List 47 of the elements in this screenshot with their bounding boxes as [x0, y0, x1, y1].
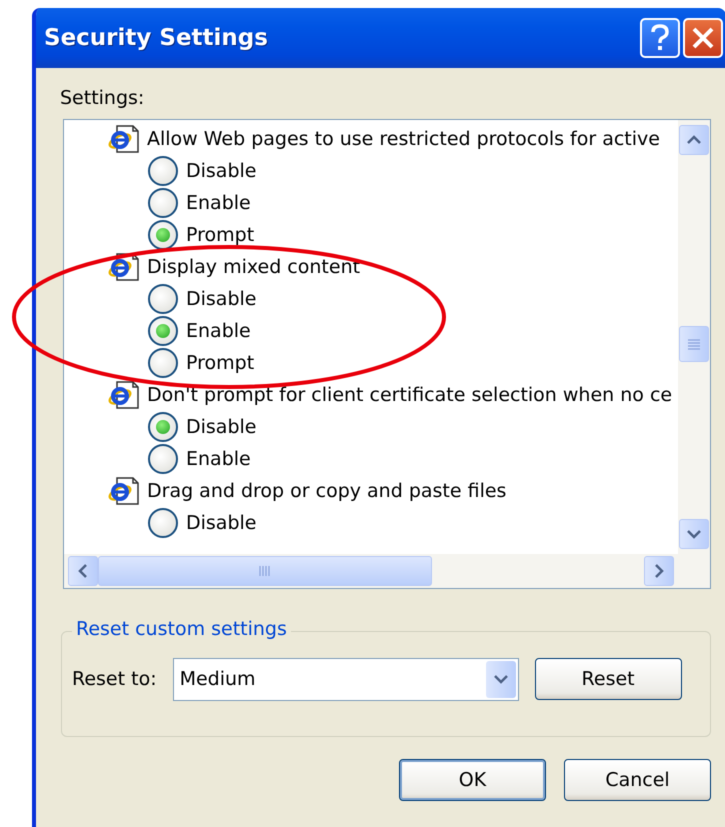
reset-label: Reset to: [72, 668, 157, 690]
radio-option[interactable]: Disable [64, 283, 678, 315]
radio-button[interactable] [148, 220, 178, 250]
radio-button[interactable] [148, 188, 178, 218]
radio-button[interactable] [148, 508, 178, 538]
scroll-down-icon [687, 529, 701, 539]
radio-option[interactable]: Enable [64, 187, 678, 219]
radio-option[interactable]: Disable [64, 155, 678, 187]
radio-option[interactable]: Enable [64, 315, 678, 347]
close-icon [691, 26, 715, 50]
cancel-button[interactable]: Cancel [564, 759, 711, 801]
radio-button[interactable] [148, 156, 178, 186]
scroll-right-icon [654, 564, 664, 578]
radio-option[interactable]: Disable [64, 411, 678, 443]
group-title: Reset custom settings [72, 618, 291, 640]
settings-label: Settings: [60, 87, 146, 111]
radio-option[interactable]: Disable [64, 507, 678, 539]
radio-button[interactable] [148, 284, 178, 314]
setting-label: Display mixed content [147, 256, 360, 278]
radio-button[interactable] [148, 412, 178, 442]
page-globe-icon [107, 477, 141, 505]
grip-icon [687, 338, 701, 350]
close-button[interactable] [683, 18, 723, 58]
horizontal-scrollbar[interactable] [64, 554, 678, 588]
radio-button[interactable] [148, 316, 178, 346]
reset-button[interactable]: Reset [534, 658, 682, 700]
caret-icon [494, 674, 508, 684]
scroll-left-icon [78, 564, 88, 578]
setting-label: Drag and drop or copy and paste files [147, 480, 506, 502]
window-title: Security Settings [44, 25, 269, 51]
setting-label: Allow Web pages to use restricted protocols for active [147, 128, 660, 150]
radio-option[interactable]: Enable [64, 443, 678, 475]
vertical-scrollbar[interactable] [678, 120, 710, 554]
level-dropdown[interactable]: Medium [172, 658, 519, 700]
page-globe-icon [107, 381, 141, 409]
page-globe-icon [107, 253, 141, 281]
radio-option[interactable]: Prompt [64, 347, 678, 379]
help-button[interactable] [640, 18, 680, 58]
ok-button[interactable]: OK [399, 759, 546, 801]
grip-icon [258, 565, 272, 577]
setting-label: Don't prompt for client certificate selection when no ce [147, 384, 672, 406]
help-icon [650, 24, 670, 52]
radio-button[interactable] [148, 444, 178, 474]
radio-option[interactable]: Prompt [64, 219, 678, 251]
radio-button[interactable] [148, 348, 178, 378]
page-globe-icon [107, 125, 141, 153]
scroll-up-icon [687, 135, 701, 145]
